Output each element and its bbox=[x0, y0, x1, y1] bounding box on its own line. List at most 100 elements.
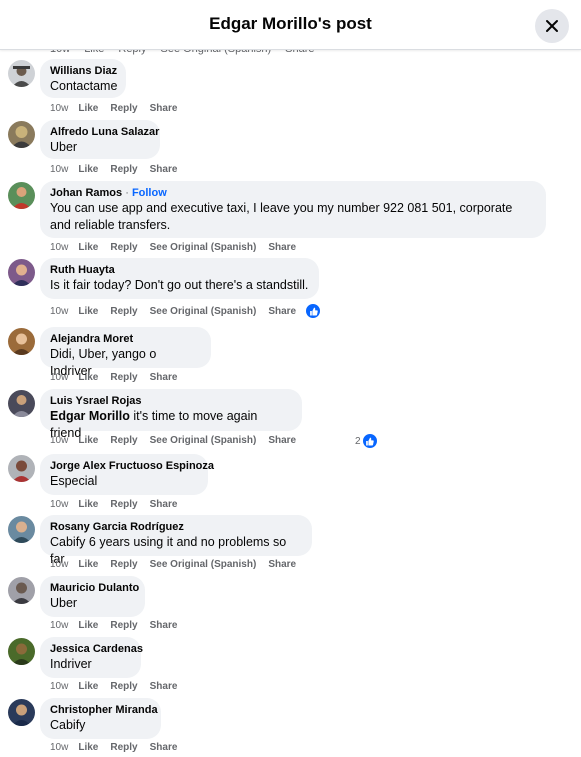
dialog-header: Edgar Morillo's post bbox=[0, 0, 581, 50]
comment-author[interactable]: Johan Ramos bbox=[50, 187, 122, 199]
like-action[interactable]: Like bbox=[78, 681, 98, 692]
share-action[interactable]: Share bbox=[150, 742, 178, 753]
comment-text: Uber bbox=[50, 596, 78, 610]
comment-bubble: Johan Ramos · Follow You can use app and… bbox=[40, 181, 546, 238]
comment-time[interactable]: 10w bbox=[50, 499, 68, 510]
comment-author[interactable]: Rosany Garcia Rodríguez bbox=[50, 520, 302, 534]
avatar[interactable] bbox=[8, 390, 35, 417]
reaction-summary[interactable] bbox=[304, 303, 321, 319]
comment-time[interactable]: 10w bbox=[50, 242, 68, 253]
share-action[interactable]: Share bbox=[150, 499, 178, 510]
like-action[interactable]: Like bbox=[78, 559, 98, 570]
see-original-action[interactable]: See Original (Spanish) bbox=[150, 242, 257, 253]
avatar[interactable] bbox=[8, 328, 35, 355]
comment-author[interactable]: Alejandra Moret bbox=[50, 332, 201, 346]
reply-action[interactable]: Reply bbox=[110, 742, 137, 753]
comment-author-row: Johan Ramos · Follow bbox=[50, 186, 536, 200]
comment-time[interactable]: 10w bbox=[50, 103, 68, 114]
comment-author[interactable]: Alfredo Luna Salazar bbox=[50, 125, 159, 139]
like-action[interactable]: Like bbox=[78, 164, 98, 175]
like-reaction-icon bbox=[361, 433, 378, 449]
comment-bubble: Ruth Huayta Is it fair today? Don't go o… bbox=[40, 258, 319, 299]
reply-action[interactable]: Reply bbox=[110, 559, 137, 570]
avatar[interactable] bbox=[8, 699, 35, 726]
comment-author[interactable]: Christopher Miranda bbox=[50, 703, 158, 717]
like-action[interactable]: Like bbox=[78, 242, 98, 253]
like-action[interactable]: Like bbox=[78, 499, 98, 510]
reply-action[interactable]: Reply bbox=[110, 372, 137, 383]
comment-actions: 10w Like Reply Share bbox=[50, 103, 189, 114]
comment-bubble: Jorge Alex Fructuoso Espinoza Especial bbox=[40, 454, 214, 495]
see-original-action[interactable]: See Original (Spanish) bbox=[150, 306, 257, 317]
like-action[interactable]: Like bbox=[78, 620, 98, 631]
avatar[interactable] bbox=[8, 60, 35, 87]
comment-author[interactable]: Jessica Cardenas bbox=[50, 642, 143, 656]
comment-actions: 10w Like Reply Share bbox=[50, 372, 189, 383]
reply-action[interactable]: Reply bbox=[110, 499, 137, 510]
comment-actions: 10w Like Reply Share bbox=[50, 164, 189, 175]
comment-time[interactable]: 10w bbox=[50, 681, 68, 692]
comment-bubble: Luis Ysrael Rojas Edgar Morillo it's tim… bbox=[40, 389, 302, 440]
comment-author[interactable]: Willians Diaz bbox=[50, 64, 117, 78]
mention-link[interactable]: Edgar Morillo bbox=[50, 409, 130, 423]
comment-actions: 10w Like Reply Share bbox=[50, 499, 189, 510]
comment-bubble: Christopher Miranda Cabify bbox=[40, 698, 161, 739]
share-action[interactable]: Share bbox=[268, 559, 296, 570]
share-action[interactable]: Share bbox=[150, 681, 178, 692]
avatar[interactable] bbox=[8, 577, 35, 604]
reply-action[interactable]: Reply bbox=[110, 242, 137, 253]
reply-action[interactable]: Reply bbox=[110, 681, 137, 692]
dialog-title: Edgar Morillo's post bbox=[209, 14, 372, 33]
comment-time[interactable]: 10w bbox=[50, 164, 68, 175]
reaction-summary[interactable]: 2 bbox=[355, 433, 378, 449]
share-action[interactable]: Share bbox=[268, 242, 296, 253]
like-action[interactable]: Like bbox=[78, 306, 98, 317]
comment-time[interactable]: 10w bbox=[50, 306, 68, 317]
comment-time[interactable]: 10w bbox=[50, 742, 68, 753]
avatar[interactable] bbox=[8, 121, 35, 148]
comment-author[interactable]: Mauricio Dulanto bbox=[50, 581, 139, 595]
comment-time[interactable]: 10w bbox=[50, 435, 68, 446]
follow-button[interactable]: Follow bbox=[132, 187, 167, 199]
comment-text: You can use app and executive taxi, I le… bbox=[50, 201, 513, 232]
reply-action[interactable]: Reply bbox=[110, 306, 137, 317]
close-icon bbox=[545, 19, 559, 33]
reply-action[interactable]: Reply bbox=[110, 164, 137, 175]
avatar[interactable] bbox=[8, 455, 35, 482]
share-action[interactable]: Share bbox=[150, 372, 178, 383]
like-action[interactable]: Like bbox=[78, 372, 98, 383]
close-button[interactable] bbox=[535, 9, 569, 43]
like-action[interactable]: Like bbox=[78, 742, 98, 753]
like-action[interactable]: Like bbox=[78, 435, 98, 446]
share-action[interactable]: Share bbox=[150, 103, 178, 114]
comment-author[interactable]: Jorge Alex Fructuoso Espinoza bbox=[50, 459, 214, 473]
avatar[interactable] bbox=[8, 516, 35, 543]
avatar[interactable] bbox=[8, 259, 35, 286]
see-original-action[interactable]: See Original (Spanish) bbox=[150, 559, 257, 570]
comment-text: Especial bbox=[50, 474, 98, 488]
reply-action[interactable]: Reply bbox=[110, 103, 137, 114]
comment-actions: 10w Like Reply See Original (Spanish) Share bbox=[50, 306, 308, 317]
comment-time[interactable]: 10w bbox=[50, 372, 68, 383]
share-action[interactable]: Share bbox=[268, 306, 296, 317]
comment-actions: 10w Like Reply See Original (Spanish) Share bbox=[50, 242, 308, 253]
comment-time[interactable]: 10w bbox=[50, 620, 68, 631]
like-action[interactable]: Like bbox=[78, 103, 98, 114]
avatar[interactable] bbox=[8, 182, 35, 209]
see-original-action[interactable]: See Original (Spanish) bbox=[150, 435, 257, 446]
comment-actions: 10w Like Reply See Original (Spanish) Share bbox=[50, 435, 308, 446]
avatar[interactable] bbox=[8, 638, 35, 665]
comment-author[interactable]: Ruth Huayta bbox=[50, 263, 309, 277]
comment-time[interactable]: 10w bbox=[50, 559, 68, 570]
reply-action[interactable]: Reply bbox=[110, 435, 137, 446]
reaction-count: 2 bbox=[355, 435, 361, 447]
comment-actions: 10w Like Reply See Original (Spanish) Share bbox=[50, 559, 308, 570]
reply-action[interactable]: Reply bbox=[110, 620, 137, 631]
share-action[interactable]: Share bbox=[150, 164, 178, 175]
comment-author[interactable]: Luis Ysrael Rojas bbox=[50, 394, 292, 408]
comment-text: Uber bbox=[50, 140, 78, 154]
comments-list: 10wLikeReplySee Original (Spanish)Share … bbox=[0, 0, 581, 757]
share-action[interactable]: Share bbox=[268, 435, 296, 446]
like-reaction-icon bbox=[305, 303, 321, 319]
share-action[interactable]: Share bbox=[150, 620, 178, 631]
